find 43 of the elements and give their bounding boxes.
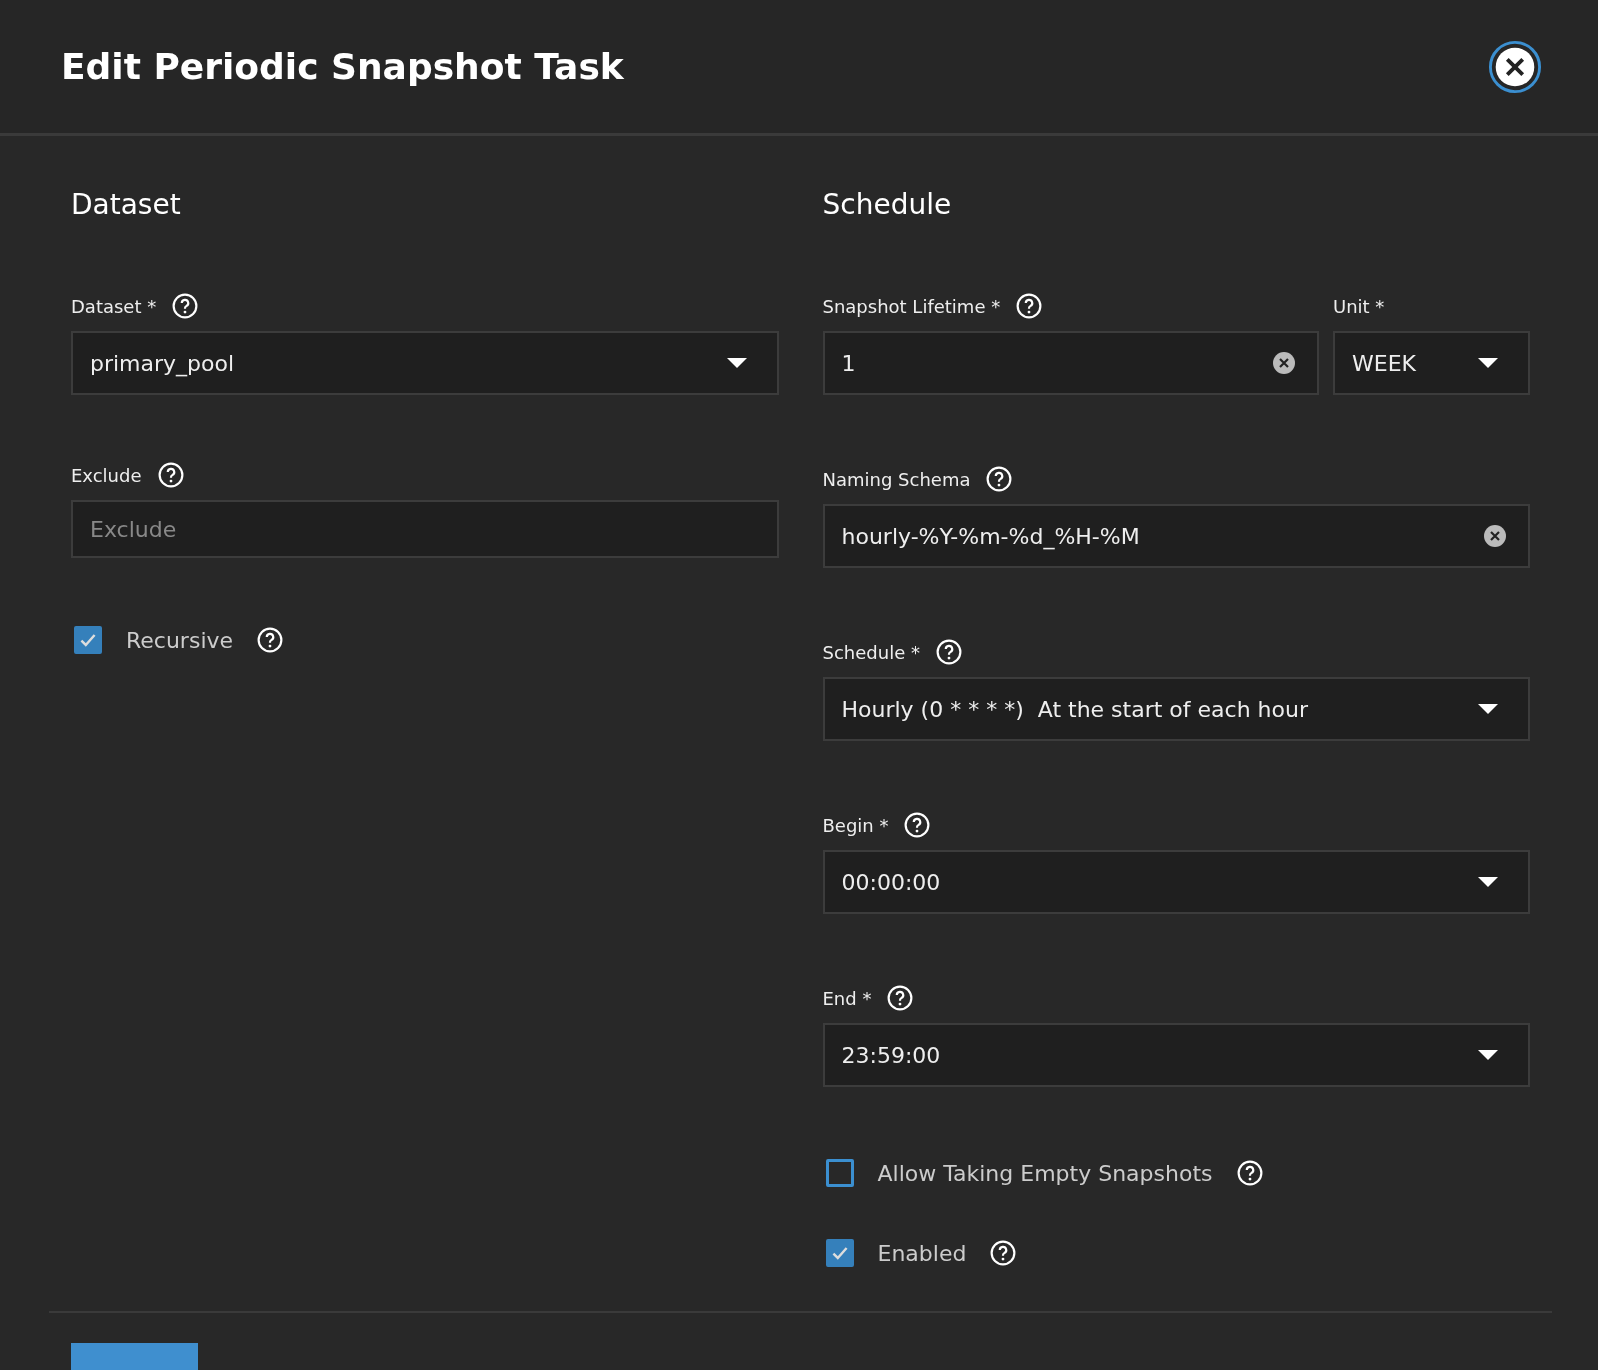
help-icon[interactable] [887,985,914,1011]
dropdown-caret-icon [1478,877,1498,887]
help-icon[interactable] [257,627,284,653]
field-label: Exclude [71,464,142,486]
select-field[interactable]: Hourly (0 * * * *) At the start of each hour [822,677,1530,741]
field-label: End * [822,987,872,1009]
field-label: Snapshot Lifetime * [822,295,1001,317]
field-label: Naming Schema [822,468,971,490]
field-label: Dataset * [71,295,157,317]
checkbox-label[interactable]: Recursive [126,627,234,653]
checkbox-label[interactable]: Allow Taking Empty Snapshots [877,1160,1213,1186]
dropdown-caret-icon [1478,1050,1498,1060]
input-field[interactable]: hourly-%Y-%m-%d_%H-%M [822,504,1530,568]
clear-icon[interactable] [1273,352,1295,374]
checkbox[interactable] [825,1159,854,1187]
help-icon[interactable] [172,293,199,319]
select-field[interactable]: WEEK [1333,331,1530,395]
checkbox-label[interactable]: Enabled [877,1240,967,1266]
close-icon[interactable] [1488,39,1542,94]
help-icon[interactable] [1016,293,1043,319]
checkbox[interactable] [74,626,102,654]
dropdown-caret-icon [726,358,747,368]
section-heading: Dataset [71,188,182,223]
dropdown-caret-icon [1478,358,1498,368]
field-label: Unit * [1333,295,1385,317]
help-icon[interactable] [157,462,184,488]
section-heading: Schedule [822,188,953,223]
help-icon[interactable] [990,1240,1017,1266]
help-icon[interactable] [904,812,931,838]
input-field[interactable]: Exclude [71,500,779,558]
dropdown-caret-icon [1478,704,1498,714]
checkbox[interactable] [825,1239,854,1267]
field-label: Begin * [822,814,889,836]
select-field[interactable]: primary_pool [71,331,779,395]
help-icon[interactable] [935,639,962,665]
help-icon[interactable] [986,466,1013,492]
help-icon[interactable] [1236,1160,1263,1186]
select-field[interactable]: 00:00:00 [822,850,1530,914]
clear-icon[interactable] [1484,525,1506,547]
dialog-title: Edit Periodic Snapshot Task [61,46,624,87]
field-label: Schedule * [822,641,920,663]
select-field[interactable]: 23:59:00 [822,1023,1530,1087]
input-field[interactable]: 1 [822,331,1319,395]
